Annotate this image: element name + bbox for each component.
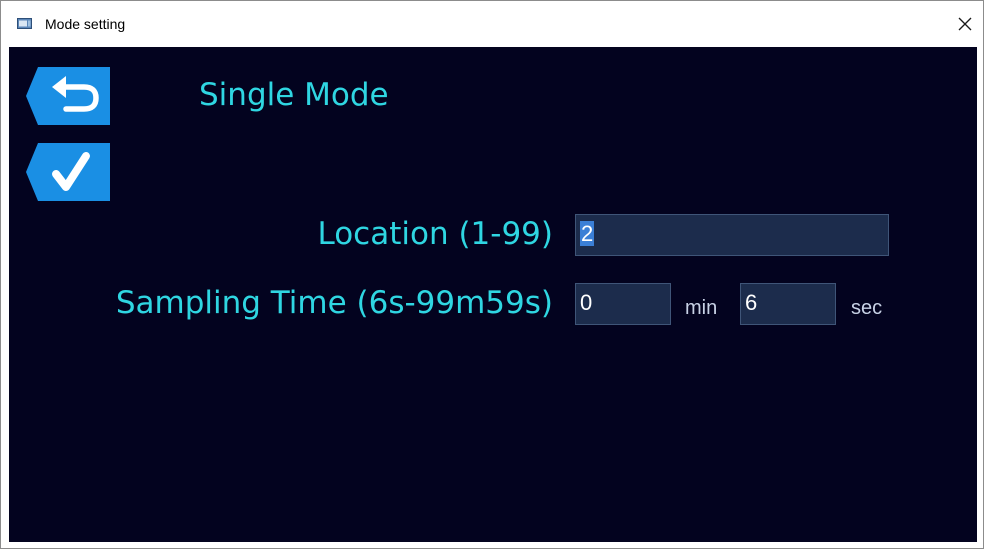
title-bar: Mode setting bbox=[1, 1, 983, 47]
location-value: 2 bbox=[580, 221, 595, 246]
close-button[interactable] bbox=[951, 10, 979, 38]
sampling-minutes-input[interactable]: 0 bbox=[575, 283, 671, 325]
back-arrow-icon bbox=[26, 67, 110, 125]
confirm-button[interactable] bbox=[26, 143, 110, 201]
app-window-icon bbox=[17, 17, 33, 30]
location-label: Location (1-99) bbox=[317, 216, 553, 252]
mode-panel: Single Mode Location (1-99) 2 Sampling T… bbox=[9, 47, 977, 542]
close-icon bbox=[958, 17, 972, 31]
window-title: Mode setting bbox=[45, 16, 126, 32]
checkmark-icon bbox=[26, 143, 110, 201]
mode-setting-window: Mode setting Single Mode Location (1-99)… bbox=[0, 0, 984, 549]
minutes-unit-label: min bbox=[685, 297, 718, 319]
sampling-time-label: Sampling Time (6s-99m59s) bbox=[115, 285, 553, 321]
mode-title: Single Mode bbox=[199, 77, 389, 113]
location-input[interactable]: 2 bbox=[575, 214, 889, 256]
back-button[interactable] bbox=[26, 67, 110, 125]
sampling-seconds-input[interactable]: 6 bbox=[740, 283, 836, 325]
seconds-unit-label: sec bbox=[851, 297, 883, 319]
